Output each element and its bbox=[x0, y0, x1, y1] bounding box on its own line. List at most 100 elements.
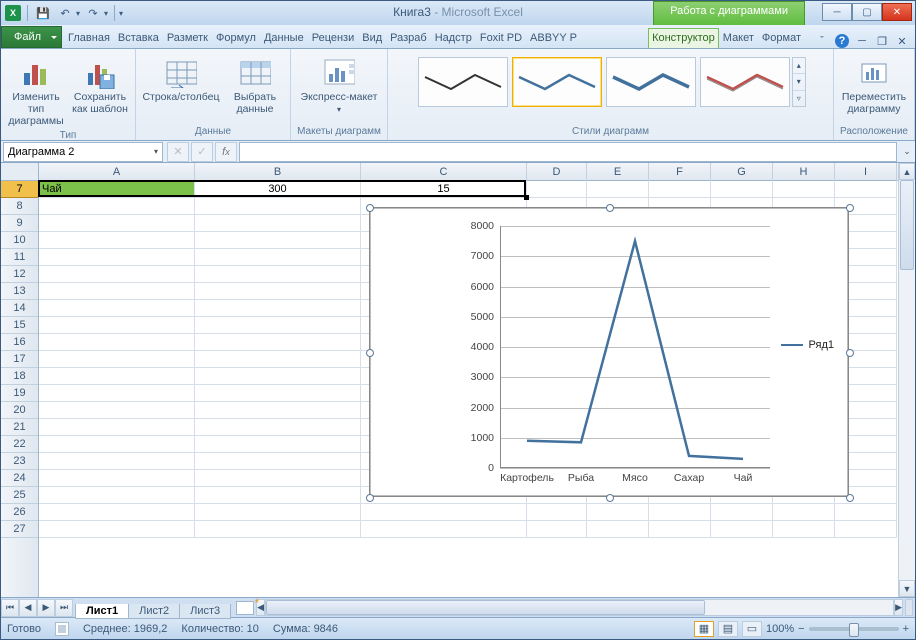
qat-customize-icon[interactable]: ▾ bbox=[119, 9, 123, 18]
tab-Макет[interactable]: Макет bbox=[719, 28, 758, 48]
row-header-27[interactable]: 27 bbox=[1, 521, 38, 538]
row-header-22[interactable]: 22 bbox=[1, 436, 38, 453]
formula-input[interactable] bbox=[239, 142, 897, 162]
chart-style-1[interactable] bbox=[418, 57, 508, 107]
chart-resize-handle[interactable] bbox=[846, 494, 854, 502]
chart-legend[interactable]: Ряд1 bbox=[781, 339, 834, 351]
row-header-21[interactable]: 21 bbox=[1, 419, 38, 436]
tab-file[interactable]: Файл bbox=[1, 26, 62, 48]
tab-Вид[interactable]: Вид bbox=[358, 28, 386, 48]
chart-resize-handle[interactable] bbox=[606, 204, 614, 212]
sheet-tab-Лист2[interactable]: Лист2 bbox=[128, 604, 180, 619]
style-gallery-scroll[interactable]: ▴▾▿ bbox=[792, 57, 806, 107]
enter-fx-icon[interactable]: ✓ bbox=[191, 142, 213, 162]
col-header-F[interactable]: F bbox=[649, 163, 711, 181]
zoom-in-button[interactable]: + bbox=[903, 623, 909, 635]
wb-close-icon[interactable]: ✕ bbox=[895, 34, 909, 48]
chart-line-series[interactable] bbox=[500, 226, 770, 468]
tab-Главная[interactable]: Главная bbox=[64, 28, 114, 48]
cell-A7[interactable]: Чай bbox=[39, 181, 195, 198]
hscroll-split-handle[interactable] bbox=[905, 599, 913, 616]
wb-restore-icon[interactable]: ❐ bbox=[875, 34, 889, 48]
row-header-17[interactable]: 17 bbox=[1, 351, 38, 368]
tab-nav-next[interactable]: ▶ bbox=[37, 599, 55, 617]
new-sheet-button[interactable] bbox=[236, 601, 254, 615]
scroll-right-button[interactable]: ▶ bbox=[894, 599, 903, 616]
hscroll-thumb[interactable] bbox=[266, 600, 705, 615]
cell-B7[interactable]: 300 bbox=[195, 181, 361, 198]
row-header-10[interactable]: 10 bbox=[1, 232, 38, 249]
vertical-scrollbar[interactable]: ▲ ▼ bbox=[898, 163, 915, 597]
row-header-19[interactable]: 19 bbox=[1, 385, 38, 402]
macro-record-icon[interactable] bbox=[55, 622, 69, 636]
select-data-button[interactable]: Выбрать данные bbox=[224, 55, 286, 117]
view-page-layout-button[interactable]: ▤ bbox=[718, 621, 738, 637]
redo-icon[interactable]: ↷ bbox=[84, 4, 102, 22]
tab-Разметк[interactable]: Разметк bbox=[163, 28, 212, 48]
row-headers[interactable]: 789101112131415161718192021222324252627 bbox=[1, 181, 39, 597]
row-header-23[interactable]: 23 bbox=[1, 453, 38, 470]
wb-minimize-icon[interactable]: ─ bbox=[855, 34, 869, 48]
row-header-26[interactable]: 26 bbox=[1, 504, 38, 521]
switch-row-column-button[interactable]: Строка/столбец bbox=[140, 55, 222, 105]
cell-C7[interactable]: 15 bbox=[361, 181, 527, 198]
zoom-out-button[interactable]: − bbox=[798, 623, 804, 635]
col-header-G[interactable]: G bbox=[711, 163, 773, 181]
row-header-8[interactable]: 8 bbox=[1, 198, 38, 215]
row-header-12[interactable]: 12 bbox=[1, 266, 38, 283]
tab-nav-first[interactable]: ⏮ bbox=[1, 599, 19, 617]
chart-style-3[interactable] bbox=[606, 57, 696, 107]
row-header-18[interactable]: 18 bbox=[1, 368, 38, 385]
sheet-tab-Лист3[interactable]: Лист3 bbox=[179, 604, 231, 619]
row-header-7[interactable]: 7 bbox=[1, 181, 38, 198]
quick-layout-button[interactable]: Экспресс-макет ▾ bbox=[295, 55, 383, 116]
scroll-down-button[interactable]: ▼ bbox=[899, 580, 915, 597]
embedded-chart[interactable]: 010002000300040005000600070008000Картофе… bbox=[369, 207, 849, 497]
tab-nav-prev[interactable]: ◀ bbox=[19, 599, 37, 617]
chart-resize-handle[interactable] bbox=[846, 349, 854, 357]
name-box-dropdown-icon[interactable]: ▾ bbox=[154, 147, 158, 156]
row-header-9[interactable]: 9 bbox=[1, 215, 38, 232]
formula-expand-icon[interactable]: ⌄ bbox=[899, 142, 915, 162]
chart-resize-handle[interactable] bbox=[366, 494, 374, 502]
zoom-level[interactable]: 100% bbox=[766, 623, 794, 635]
chart-resize-handle[interactable] bbox=[366, 349, 374, 357]
tab-Конструктор[interactable]: Конструктор bbox=[648, 28, 719, 48]
tab-Формул[interactable]: Формул bbox=[212, 28, 260, 48]
row-header-25[interactable]: 25 bbox=[1, 487, 38, 504]
tab-Надстр[interactable]: Надстр bbox=[431, 28, 476, 48]
tab-ABBYY P[interactable]: ABBYY P bbox=[526, 28, 581, 48]
chart-plot-area[interactable]: 010002000300040005000600070008000Картофе… bbox=[500, 226, 770, 468]
row-header-24[interactable]: 24 bbox=[1, 470, 38, 487]
save-icon[interactable]: 💾 bbox=[34, 4, 52, 22]
scroll-up-button[interactable]: ▲ bbox=[899, 163, 915, 180]
worksheet-grid[interactable]: ABCDEFGHI 789101112131415161718192021222… bbox=[1, 163, 898, 597]
row-header-13[interactable]: 13 bbox=[1, 283, 38, 300]
move-chart-button[interactable]: Переместить диаграмму bbox=[838, 55, 910, 117]
chart-resize-handle[interactable] bbox=[606, 494, 614, 502]
row-header-20[interactable]: 20 bbox=[1, 402, 38, 419]
tab-nav-last[interactable]: ⏭ bbox=[55, 599, 73, 617]
chart-resize-handle[interactable] bbox=[846, 204, 854, 212]
chart-style-2[interactable] bbox=[512, 57, 602, 107]
fill-handle[interactable] bbox=[524, 195, 529, 200]
row-header-14[interactable]: 14 bbox=[1, 300, 38, 317]
view-page-break-button[interactable]: ▭ bbox=[742, 621, 762, 637]
col-header-A[interactable]: A bbox=[39, 163, 195, 181]
change-chart-type-button[interactable]: Изменить тип диаграммы bbox=[5, 55, 67, 129]
zoom-slider[interactable] bbox=[809, 627, 899, 631]
tab-Вставка[interactable]: Вставка bbox=[114, 28, 163, 48]
row-header-16[interactable]: 16 bbox=[1, 334, 38, 351]
col-header-H[interactable]: H bbox=[773, 163, 835, 181]
horizontal-scrollbar[interactable]: ◀ ▶ bbox=[256, 599, 903, 616]
col-header-D[interactable]: D bbox=[527, 163, 587, 181]
sheet-tab-Лист1[interactable]: Лист1 bbox=[75, 604, 129, 619]
save-as-template-button[interactable]: Сохранить как шаблон bbox=[69, 55, 131, 117]
tab-Рецензи[interactable]: Рецензи bbox=[308, 28, 359, 48]
minimize-button[interactable]: ─ bbox=[822, 3, 852, 21]
col-header-E[interactable]: E bbox=[587, 163, 649, 181]
tab-Foxit PD[interactable]: Foxit PD bbox=[476, 28, 526, 48]
chart-resize-handle[interactable] bbox=[366, 204, 374, 212]
view-normal-button[interactable]: ▦ bbox=[694, 621, 714, 637]
column-headers[interactable]: ABCDEFGHI bbox=[39, 163, 898, 181]
